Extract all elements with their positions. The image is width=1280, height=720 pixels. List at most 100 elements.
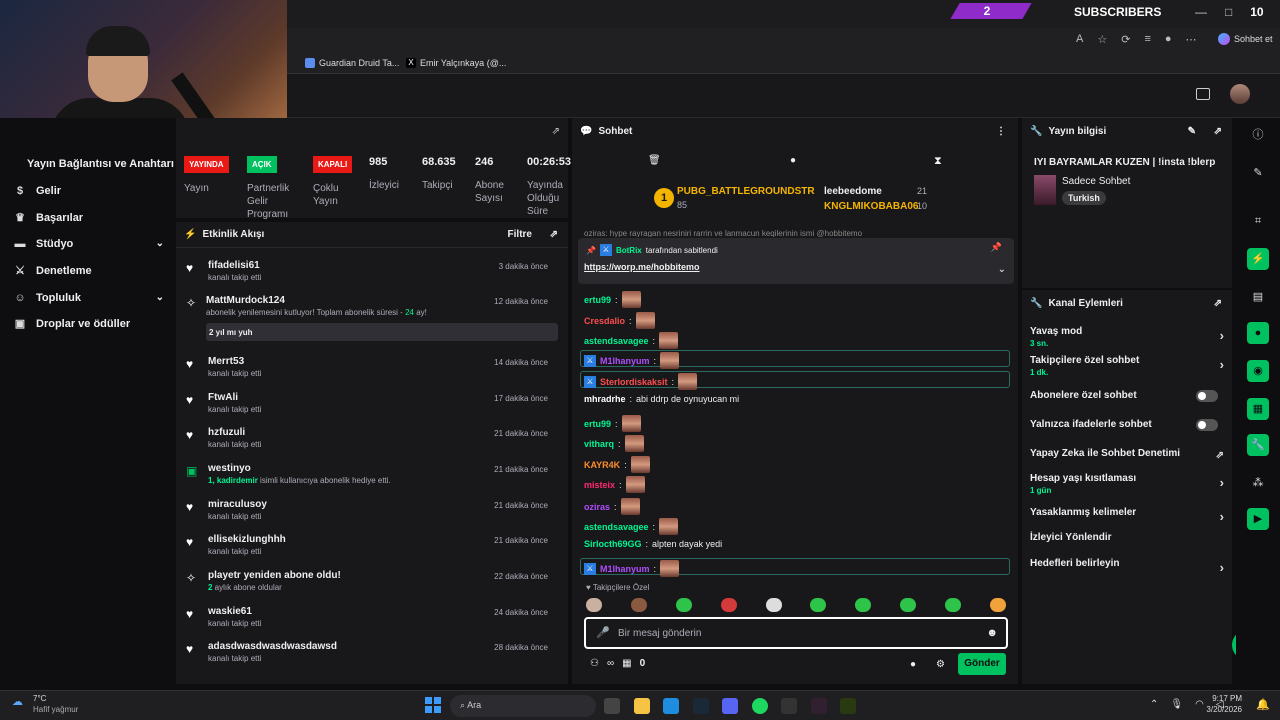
top-chatter-name[interactable]: PUBG_BATTLEGROUNDSTR: [677, 186, 815, 197]
bookmark-guardian[interactable]: Guardian Druid Ta...: [305, 58, 399, 68]
popout-icon[interactable]: ⇗: [1214, 126, 1222, 137]
activity-user[interactable]: ellisekizlunghhh: [208, 534, 286, 545]
chat-username[interactable]: M1lhanyum: [600, 564, 650, 574]
popout-icon[interactable]: ⇗: [550, 229, 558, 240]
emote-row[interactable]: [586, 598, 1006, 612]
chat-username[interactable]: Sirlocth69GG: [584, 539, 642, 549]
stream-tag[interactable]: Turkish: [1062, 191, 1106, 205]
chat-input[interactable]: 🎤 Bir mesaj gönderin ☻: [584, 617, 1008, 649]
chat-icon[interactable]: ●: [1247, 322, 1269, 344]
more-icon[interactable]: ⋯: [1186, 33, 1197, 46]
chat-username[interactable]: KAYR4K: [584, 460, 620, 470]
sidebar-item-studyo[interactable]: ▬ Stüdyo ⌄: [14, 238, 165, 250]
action-goals[interactable]: Hedefleri belirleyin ›: [1030, 558, 1224, 575]
emote-icon[interactable]: [810, 598, 827, 612]
mic-icon[interactable]: 🎤: [596, 626, 610, 639]
broadcast-icon[interactable]: ◉: [1247, 360, 1269, 382]
action-banned-words[interactable]: Yasaklanmış kelimeler ›: [1030, 507, 1224, 524]
activity-user[interactable]: adasdwasdwasdwasdawsd: [208, 641, 337, 652]
chat-username[interactable]: Cresdalio: [584, 316, 625, 326]
edge-icon[interactable]: [663, 698, 679, 714]
taskview-icon[interactable]: [604, 698, 620, 714]
emote-icon[interactable]: [765, 598, 782, 612]
action-emote-only[interactable]: Yalnızca ifadelerle sohbet: [1030, 419, 1224, 431]
profile-icon[interactable]: ●: [1165, 33, 1172, 46]
discord-icon[interactable]: [722, 698, 738, 714]
chat-username[interactable]: Sterlordiskaksit: [600, 377, 668, 387]
emote-icon[interactable]: [989, 598, 1006, 612]
bookmark-emir[interactable]: X Emir Yalçınkaya (@...: [406, 58, 506, 68]
gear-icon[interactable]: ⚙: [936, 659, 945, 670]
minimize-button[interactable]: —: [1195, 5, 1207, 19]
chat-username[interactable]: oziras: [584, 502, 610, 512]
chat-username[interactable]: misteix: [584, 480, 615, 490]
layout-icon[interactable]: ▦: [1247, 398, 1269, 420]
activity-user[interactable]: hzfuzuli: [208, 427, 245, 438]
favorites-icon[interactable]: ≡: [1144, 33, 1150, 46]
activity-user[interactable]: playetr yeniden abone oldu!: [208, 570, 341, 581]
emote-icon[interactable]: [586, 598, 602, 612]
popout-icon[interactable]: ⇗: [552, 126, 560, 137]
edit-icon[interactable]: ✎: [1188, 126, 1196, 137]
spotify-icon[interactable]: [752, 698, 768, 714]
chat-username[interactable]: ertu99: [584, 419, 611, 429]
activity-user[interactable]: fifadelisi61: [208, 260, 260, 271]
hourglass-icon[interactable]: ⧗: [934, 155, 942, 168]
trash-icon[interactable]: 🗑: [648, 155, 661, 166]
emote-icon[interactable]: [630, 598, 647, 612]
pencil-icon[interactable]: ✎: [1247, 162, 1269, 184]
windows-start-icon[interactable]: [425, 697, 441, 713]
stream-key-link[interactable]: Yayın Bağlantısı ve Anahtarı: [27, 158, 174, 170]
avatar[interactable]: [1230, 84, 1250, 104]
action-subs-only[interactable]: Abonelere özel sohbet: [1030, 390, 1224, 402]
star-icon[interactable]: ☆: [1097, 33, 1107, 46]
activity-user[interactable]: waskie61: [208, 606, 252, 617]
chat-username[interactable]: mhradrhe: [584, 394, 626, 404]
chat-bubble-icon[interactable]: ●: [790, 155, 796, 166]
info-icon[interactable]: ⓘ: [1247, 124, 1269, 146]
pinned-link[interactable]: https://worp.me/hobbitemo: [584, 262, 700, 272]
toggle-switch[interactable]: [1196, 419, 1218, 431]
emote-icon[interactable]: [720, 598, 737, 612]
chat-username[interactable]: ertu99: [584, 295, 611, 305]
explorer-icon[interactable]: [634, 698, 650, 714]
chatter-name[interactable]: KNGLMIKOBABA06: [824, 201, 918, 212]
activity-user[interactable]: Merrt53: [208, 356, 244, 367]
action-account-age[interactable]: Hesap yaşı kısıtlaması 1 gün ›: [1030, 473, 1224, 495]
action-followers-only[interactable]: Takipçilere özel sohbet 1 dk. ›: [1030, 355, 1224, 377]
steam-icon[interactable]: [693, 698, 709, 714]
chat-username[interactable]: M1lhanyum: [600, 356, 650, 366]
stream-category[interactable]: Sadece Sohbet: [1062, 176, 1130, 187]
obs-icon[interactable]: [811, 698, 827, 714]
sidebar-item-basarilar[interactable]: ♛ Başarılar: [14, 212, 164, 224]
sidebar-item-droplar[interactable]: ▣ Droplar ve ödüller: [14, 318, 164, 330]
chat-username[interactable]: astendsavagee: [584, 522, 649, 532]
pinned-user[interactable]: BotRix: [616, 246, 642, 255]
app-icon[interactable]: [781, 698, 797, 714]
screenshot-icon[interactable]: ⌗: [1247, 210, 1269, 232]
activity-user[interactable]: westinyo: [208, 463, 251, 474]
activity-user[interactable]: FtwAli: [208, 392, 238, 403]
action-raid[interactable]: İzleyici Yönlendir: [1030, 532, 1224, 543]
chevron-up-icon[interactable]: ⌃: [1150, 699, 1158, 710]
chat-username[interactable]: astendsavagee: [584, 336, 649, 346]
toggle-switch[interactable]: [1196, 390, 1218, 402]
action-ai-moderation[interactable]: Yapay Zeka ile Sohbet Denetimi ⇗: [1030, 448, 1224, 461]
maximize-button[interactable]: □: [1225, 5, 1232, 19]
channel-points-icon[interactable]: ⚇: [590, 658, 599, 669]
emoji-icon[interactable]: ☻: [986, 627, 998, 639]
notification-icon[interactable]: 🔔: [1256, 698, 1270, 711]
app-icon[interactable]: [840, 698, 856, 714]
document-icon[interactable]: ▤: [1247, 286, 1269, 308]
mic-icon[interactable]: 🎙: [1170, 699, 1183, 710]
wrench-icon[interactable]: 🔧: [1247, 434, 1269, 456]
group-icon[interactable]: ⁂: [1247, 472, 1269, 494]
taskbar-search[interactable]: ⌕ Ara: [450, 695, 596, 717]
emote-icon[interactable]: [945, 598, 961, 612]
read-aloud-icon[interactable]: A: [1076, 33, 1083, 46]
activity-user[interactable]: miraculusoy: [208, 499, 267, 510]
more-vertical-icon[interactable]: ⋮: [996, 126, 1006, 137]
action-slow-mode[interactable]: Yavaş mod 3 sn. ›: [1030, 326, 1224, 348]
popout-icon[interactable]: ⇗: [1214, 298, 1222, 309]
mod-view-icon[interactable]: [1196, 88, 1210, 100]
